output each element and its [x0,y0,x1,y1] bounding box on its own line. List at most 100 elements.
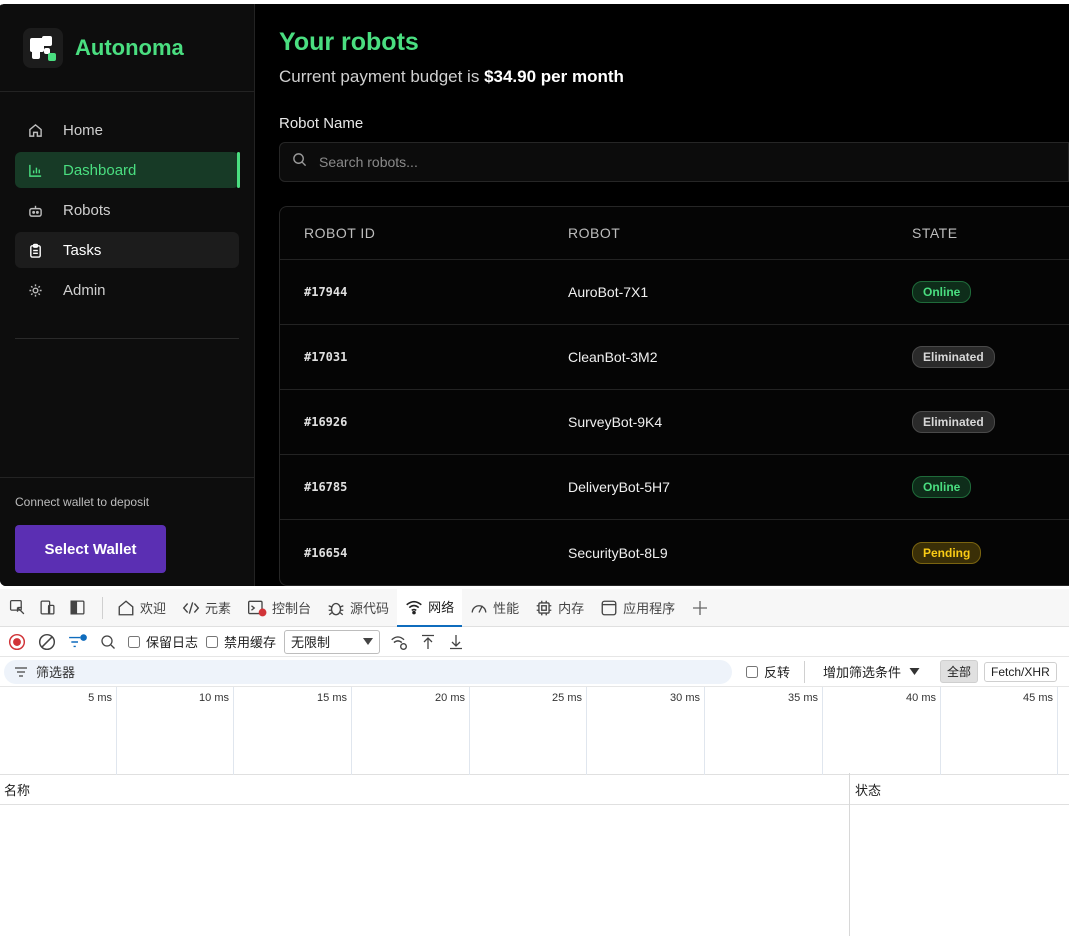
robot-id: #17031 [304,350,348,364]
gear-icon [27,282,43,298]
tab-application[interactable]: 应用程序 [592,589,683,627]
tab-welcome[interactable]: 欢迎 [109,589,174,627]
status-badge: Online [912,281,972,303]
network-conditions-icon[interactable] [390,633,408,651]
page-title: Your robots [279,28,419,56]
sidebar-item-dashboard[interactable]: Dashboard [15,152,240,188]
sidebar-footer: Connect wallet to deposit Select Wallet [0,477,254,586]
filter-chip-fetch-xhr[interactable]: Fetch/XHR [984,661,1057,682]
record-icon[interactable] [8,633,26,651]
timeline-tick: 15 ms [234,687,352,775]
column-header-status[interactable]: 状态 [855,780,881,799]
tab-performance[interactable]: 性能 [462,589,527,627]
timeline-tick: 5 ms [0,687,117,775]
robot-name: SurveyBot-9K4 [568,414,663,430]
robot-id: #16654 [304,545,348,560]
select-wallet-button[interactable]: Select Wallet [15,525,166,573]
table-row[interactable]: #16926 SurveyBot-9K4 Eliminated [280,390,1069,455]
sidebar-divider [15,338,239,339]
table-row[interactable]: #16785 DeliveryBot-5H7 Online [280,455,1069,520]
sidebar-item-tasks[interactable]: Tasks [15,232,239,268]
filter-chip-all[interactable]: 全部 [940,660,979,683]
brand[interactable]: Autonoma [0,4,254,92]
home-icon [117,599,135,617]
tab-elements[interactable]: 元素 [174,589,239,627]
clipboard-icon [27,242,43,258]
robot-id: #17944 [304,285,348,299]
filter-input[interactable]: 筛选器 [4,659,732,684]
invert-checkbox[interactable]: 反转 [746,662,790,681]
wifi-icon [405,598,423,616]
table-row[interactable]: #16654 SecurityBot-8L9 Pending [280,520,1069,585]
disable-cache-checkbox[interactable]: 禁用缓存 [206,632,276,651]
sidebar-item-home[interactable]: Home [15,112,239,148]
column-header-state[interactable]: STATE [912,225,958,241]
network-grid-header: 名称 状态 [0,775,1069,805]
download-icon[interactable] [448,634,464,650]
sidebar-item-label: Robots [63,201,111,219]
sidebar-item-label: Tasks [63,241,102,259]
devtools-panel: 欢迎 元素 控制台 源代码 网络 性能 内存 应用程序 保留日志 禁用缓存 无限… [0,588,1069,936]
status-badge: Eliminated [912,346,995,368]
status-badge: Pending [912,541,982,564]
network-filter-bar: 筛选器 反转 增加筛选条件 全部 Fetch/XHR [0,657,1069,687]
tab-console[interactable]: 控制台 [239,589,319,627]
search-box[interactable] [279,142,1069,182]
more-filters-dropdown[interactable]: 增加筛选条件 [823,662,920,681]
timeline-tick: 45 ms [941,687,1058,775]
logo-icon [23,27,63,68]
column-header-robot[interactable]: ROBOT [568,225,620,241]
filter-lines-icon [14,666,28,678]
app-window: Autonoma Home Dashboard Robots Tasks Adm… [0,0,1069,586]
column-header-name[interactable]: 名称 [4,780,30,799]
main-content: Your robots Current payment budget is $3… [279,4,1069,586]
sidebar: Autonoma Home Dashboard Robots Tasks Adm… [0,4,255,586]
robot-name: AuroBot-7X1 [568,284,649,300]
table-row[interactable]: #17944 AuroBot-7X1 Online [280,260,1069,325]
table-header: ROBOT ID ROBOT STATE [280,207,1069,260]
sidebar-item-label: Admin [63,281,106,299]
chip-icon [535,599,553,617]
search-input[interactable] [319,154,919,170]
tab-network[interactable]: 网络 [397,588,463,627]
code-icon [182,599,200,617]
bug-icon [327,599,345,617]
toolbar-divider [102,596,103,619]
network-timeline[interactable]: 5 ms 10 ms 15 ms 20 ms 25 ms 30 ms 35 ms… [0,687,1069,775]
sidebar-item-robots[interactable]: Robots [15,192,239,228]
devtools-tabbar: 欢迎 元素 控制台 源代码 网络 性能 内存 应用程序 [0,588,1069,627]
robots-table: ROBOT ID ROBOT STATE #17944 AuroBot-7X1 … [279,206,1069,586]
dock-sidebar-icon[interactable] [66,597,88,619]
plus-icon[interactable] [689,597,711,619]
clear-icon[interactable] [38,633,56,651]
timeline-tick: 30 ms [587,687,705,775]
search-icon[interactable] [100,634,116,650]
table-row[interactable]: #17031 CleanBot-3M2 Eliminated [280,325,1069,390]
chevron-down-icon [909,667,920,676]
console-icon [247,599,267,617]
timeline-tick: 35 ms [705,687,823,775]
brand-name: Autonoma [75,34,184,60]
tab-sources[interactable]: 源代码 [319,589,397,627]
filter-icon[interactable] [68,633,88,651]
status-badge: Eliminated [912,411,995,433]
column-header-robot-id[interactable]: ROBOT ID [304,225,375,241]
robot-icon [27,202,43,218]
sidebar-item-admin[interactable]: Admin [15,272,239,308]
preserve-log-checkbox[interactable]: 保留日志 [128,632,198,651]
inspect-icon[interactable] [6,597,28,619]
grid-column-divider[interactable] [849,773,850,936]
robot-name: DeliveryBot-5H7 [568,479,670,495]
sidebar-nav: Home Dashboard Robots Tasks Admin [0,92,254,308]
window-icon [600,599,618,617]
robot-id: #16785 [304,480,348,494]
upload-icon[interactable] [420,634,436,650]
search-icon [292,152,307,172]
robot-name: SecurityBot-8L9 [568,544,668,561]
toolbar-divider [804,660,806,683]
tab-memory[interactable]: 内存 [527,589,592,627]
home-icon [27,122,43,138]
device-toolbar-icon[interactable] [36,597,58,619]
throttling-select[interactable]: 无限制 [284,629,381,654]
wallet-hint: Connect wallet to deposit [15,495,150,509]
